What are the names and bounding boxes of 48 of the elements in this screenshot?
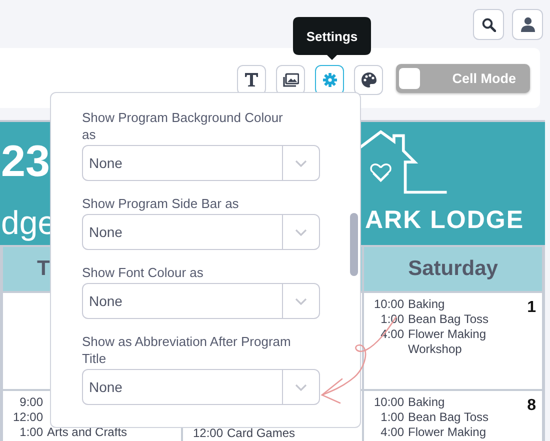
chevron-down-icon xyxy=(295,228,307,236)
select-field[interactable]: None xyxy=(82,283,320,319)
text-icon xyxy=(244,72,259,87)
event-time: 12:00 xyxy=(192,426,223,441)
select-field[interactable]: None xyxy=(82,145,320,181)
event-title: Arts and Crafts xyxy=(47,425,128,440)
settings-tool-button[interactable] xyxy=(315,64,344,94)
logo-text: ARK LODGE xyxy=(365,206,524,235)
event-time: 4:00 xyxy=(380,327,404,343)
event-time: 10:00 xyxy=(372,395,404,410)
event-time: 1:00 xyxy=(18,425,43,440)
select-field[interactable]: None xyxy=(82,369,320,405)
text-tool-button[interactable] xyxy=(237,64,266,94)
event-time: 10:00 xyxy=(372,297,404,312)
images-icon xyxy=(282,72,298,86)
chevron-down-icon xyxy=(295,298,307,304)
palette-tool-button[interactable] xyxy=(354,64,383,94)
banner-number: 23 xyxy=(1,140,50,184)
images-tool-button[interactable] xyxy=(276,64,305,94)
select-field[interactable]: None xyxy=(82,214,320,250)
event-time: 1:00 xyxy=(380,410,404,425)
date-number: 1 xyxy=(527,299,536,317)
event-time: 9:00 xyxy=(18,395,43,410)
event-title: Baking xyxy=(408,395,446,410)
day-header: Saturday xyxy=(364,247,542,291)
search-button[interactable] xyxy=(473,9,504,40)
event-time: 12:00 xyxy=(12,410,43,425)
user-icon xyxy=(520,17,534,32)
event-time: 4:00 xyxy=(380,425,404,440)
date-number: 8 xyxy=(527,397,536,415)
event-title: Bean Bag Toss xyxy=(408,312,490,327)
event-title: Bean Bag Toss xyxy=(408,410,490,425)
field-label: Show as Abbreviation After Program Title xyxy=(82,333,292,367)
settings-icon xyxy=(322,72,336,86)
user-button[interactable] xyxy=(512,9,543,40)
event-title: Flower Making xyxy=(408,425,488,440)
toggle-knob xyxy=(399,68,420,88)
chevron-down-icon xyxy=(295,384,307,390)
event-title: Flower Making Workshop xyxy=(408,327,488,357)
scrollbar-thumb[interactable] xyxy=(350,213,358,276)
event-title: Baking xyxy=(408,297,446,312)
search-icon xyxy=(482,18,496,32)
field-label: Show Program Background Colour as xyxy=(82,109,284,143)
palette-icon xyxy=(360,72,376,88)
field-label: Show Program Side Bar as xyxy=(82,195,240,212)
event-title: Card Games xyxy=(227,426,296,441)
chevron-down-icon xyxy=(295,160,307,166)
event-time: 1:00 xyxy=(380,312,404,327)
